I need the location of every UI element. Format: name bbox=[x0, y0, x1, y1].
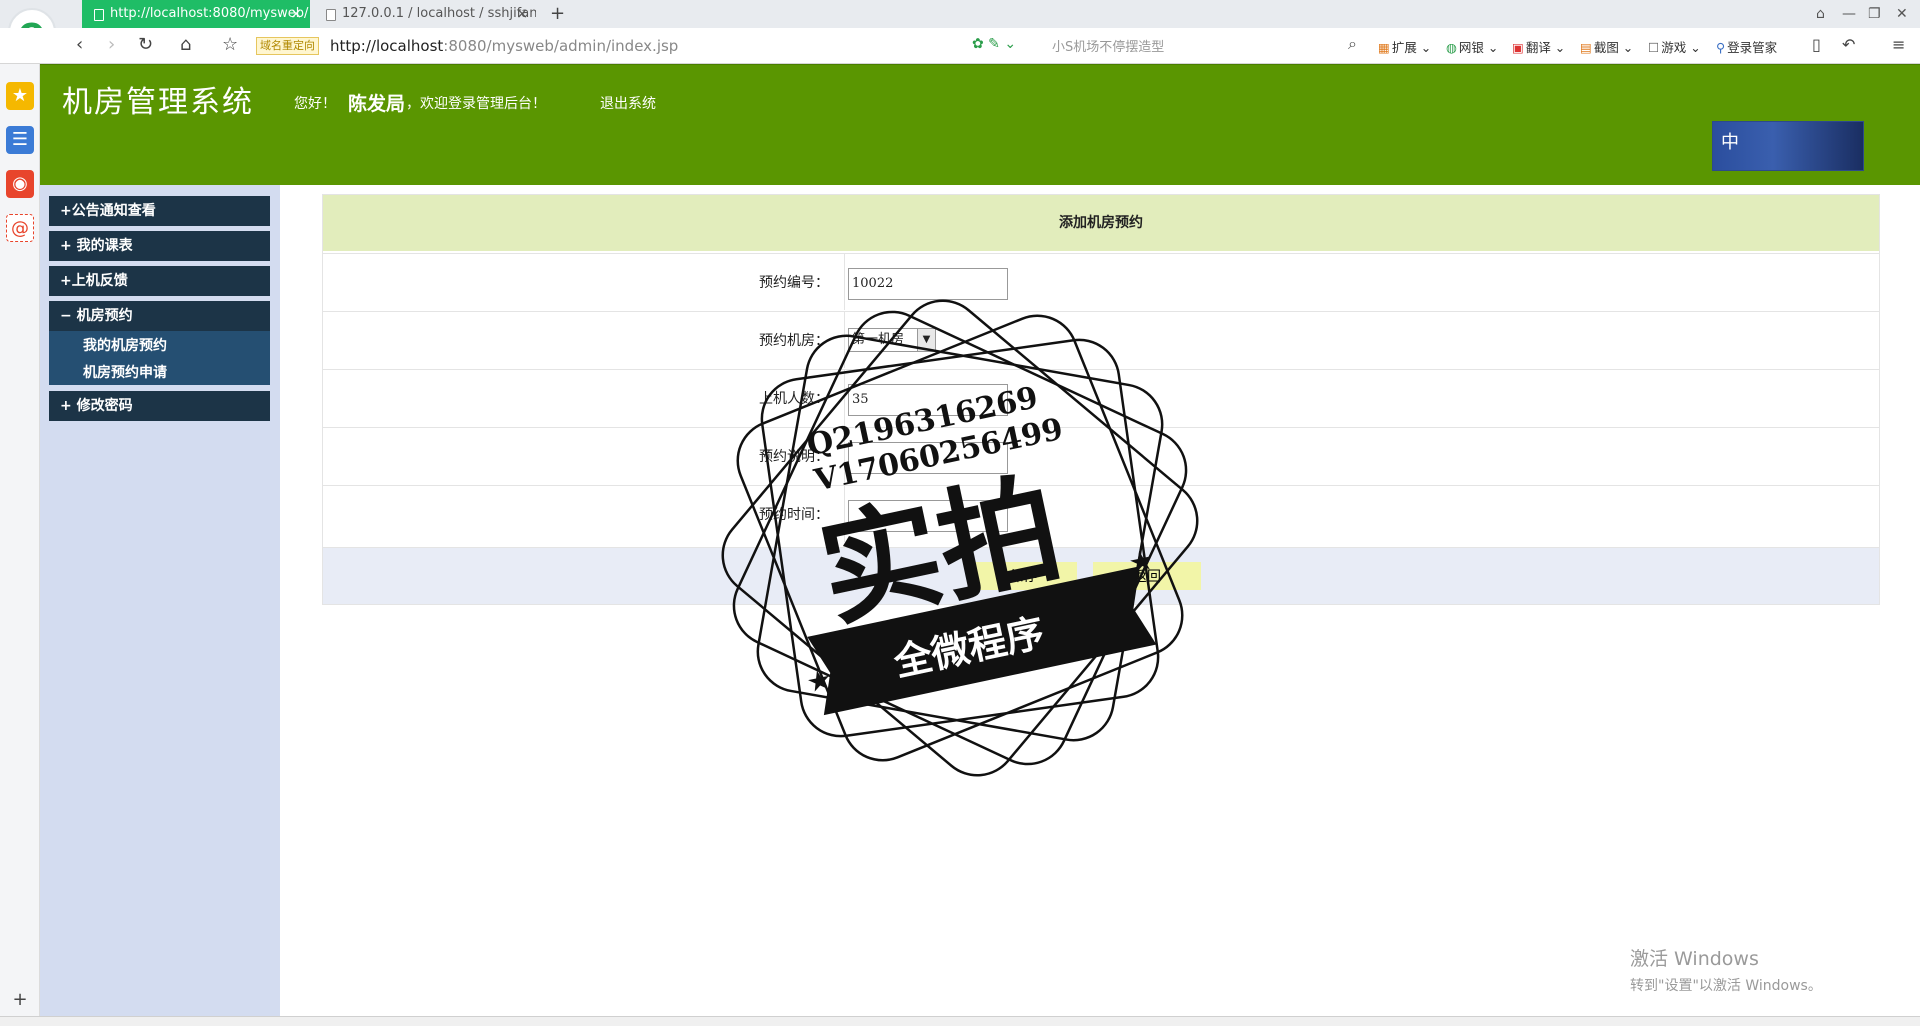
user-name: 陈发局 bbox=[348, 93, 406, 115]
restore-icon[interactable]: ❐ bbox=[1868, 0, 1881, 28]
activation-subtitle: 转到"设置"以激活 Windows。 bbox=[1630, 978, 1822, 994]
menu-notice[interactable]: +公告通知查看 bbox=[49, 196, 270, 226]
reload-icon[interactable]: ↻ bbox=[138, 34, 153, 56]
menu-my-schedule[interactable]: + 我的课表 bbox=[49, 231, 270, 261]
greeting-suffix: ，欢迎登录管理后台！ bbox=[406, 96, 546, 112]
app-header: 机房管理系统 您好！ 陈发局 ，欢迎登录管理后台！ 退出系统 中 bbox=[40, 64, 1920, 185]
booking-form: 添加机房预约 预约编号： 10022 预约机房： 第一机房 ▼ 上机人数： 35… bbox=[322, 194, 1880, 605]
search-icon[interactable]: ⌕ bbox=[1348, 34, 1357, 54]
chevron-down-icon: ▼ bbox=[917, 329, 935, 351]
field-label: 预约编号： bbox=[759, 275, 829, 291]
header-banner-image: 中 bbox=[1712, 121, 1864, 171]
add-icon[interactable]: + bbox=[6, 986, 34, 1014]
login-manager-icon: ⚲ bbox=[1716, 40, 1726, 55]
tab-title: 127.0.0.1 / localhost / sshjifan bbox=[342, 6, 536, 21]
url-field[interactable]: http://localhost:8080/mysweb/admin/index… bbox=[330, 35, 678, 57]
screenshot-icon: ▤ bbox=[1580, 40, 1592, 55]
form-title: 添加机房预约 bbox=[323, 195, 1879, 251]
games-icon: ☐ bbox=[1648, 40, 1660, 55]
main-content: 添加机房预约 预约编号： 10022 预约机房： 第一机房 ▼ 上机人数： 35… bbox=[280, 185, 1920, 1016]
toolbar-ebank[interactable]: ◍ 网银 ⌄ bbox=[1446, 37, 1498, 56]
translate-icon: ▣ bbox=[1512, 40, 1524, 55]
forward-icon[interactable]: › bbox=[108, 34, 115, 56]
save-button[interactable]: 保存 bbox=[969, 562, 1077, 590]
favorites-icon[interactable]: ★ bbox=[6, 82, 34, 110]
ebank-icon: ◍ bbox=[1446, 40, 1457, 55]
page-icon bbox=[326, 9, 336, 21]
menu-change-password[interactable]: + 修改密码 bbox=[49, 391, 270, 421]
field-label: 预约时间： bbox=[759, 507, 829, 523]
field-label: 预约机房： bbox=[759, 333, 829, 349]
form-row-headcount: 上机人数： 35 bbox=[323, 369, 1879, 426]
back-icon[interactable]: ‹ bbox=[76, 34, 83, 56]
logout-link[interactable]: 退出系统 bbox=[600, 93, 656, 113]
system-title: 机房管理系统 bbox=[62, 85, 254, 120]
menu-room-booking[interactable]: − 机房预约 bbox=[49, 301, 270, 331]
search-input[interactable]: 小S机场不停摆造型 bbox=[1052, 36, 1164, 55]
form-row-time: 预约时间： bbox=[323, 485, 1879, 542]
close-icon[interactable]: × bbox=[290, 0, 302, 28]
weibo-icon[interactable]: ◉ bbox=[6, 170, 34, 198]
home-icon[interactable]: ⌂ bbox=[180, 34, 191, 56]
tab-title: http://localhost:8080/mysweb/ bbox=[110, 6, 309, 21]
description-input[interactable] bbox=[848, 442, 1008, 474]
form-row-booking-id: 预约编号： 10022 bbox=[323, 253, 1879, 310]
headcount-input[interactable]: 35 bbox=[848, 384, 1008, 416]
tab-phpmyadmin[interactable]: 127.0.0.1 / localhost / sshjifan × bbox=[314, 0, 536, 28]
room-select[interactable]: 第一机房 ▼ bbox=[848, 328, 936, 352]
undo-icon[interactable]: ↶ bbox=[1842, 34, 1855, 56]
address-bar: ‹ › ↻ ⌂ ☆ 域名重定向 http://localhost:8080/my… bbox=[0, 28, 1920, 64]
field-label: 预约说明： bbox=[759, 449, 829, 465]
toolbar-games[interactable]: ☐ 游戏 ⌄ bbox=[1648, 37, 1701, 56]
room-booking-submenu: 我的机房预约 机房预约申请 bbox=[49, 331, 270, 385]
mail-icon[interactable]: @ bbox=[6, 214, 34, 242]
reader-icon[interactable]: ☰ bbox=[6, 126, 34, 154]
form-row-room: 预约机房： 第一机房 ▼ bbox=[323, 311, 1879, 368]
toolbar-screenshot[interactable]: ▤ 截图 ⌄ bbox=[1580, 37, 1633, 56]
toolbar-login-manager[interactable]: ⚲ 登录管家 bbox=[1716, 37, 1777, 56]
submenu-apply-booking[interactable]: 机房预约申请 bbox=[83, 362, 167, 382]
back-button[interactable]: 返回 bbox=[1093, 562, 1201, 590]
activation-title: 激活 Windows bbox=[1630, 948, 1759, 970]
form-row-description: 预约说明： bbox=[323, 427, 1879, 484]
skin-icon[interactable]: ⌂ bbox=[1816, 0, 1825, 28]
field-label: 上机人数： bbox=[759, 391, 829, 407]
extensions-icon: ▦ bbox=[1378, 40, 1390, 55]
tab-admin-index[interactable]: http://localhost:8080/mysweb/ × bbox=[82, 0, 310, 28]
submenu-my-bookings[interactable]: 我的机房预约 bbox=[83, 335, 167, 355]
browser-tab-bar: http://localhost:8080/mysweb/ × 127.0.0.… bbox=[0, 0, 1920, 28]
windows-activation-notice: 激活 Windows 转到"设置"以激活 Windows。 bbox=[1630, 944, 1822, 995]
close-icon[interactable]: × bbox=[516, 0, 528, 28]
favorite-star-icon[interactable]: ☆ bbox=[222, 34, 238, 56]
menu-feedback[interactable]: +上机反馈 bbox=[49, 266, 270, 296]
time-input[interactable] bbox=[848, 500, 1008, 532]
minimize-icon[interactable]: — bbox=[1842, 0, 1856, 28]
redirect-badge[interactable]: 域名重定向 bbox=[256, 37, 319, 55]
nav-menu: +公告通知查看 + 我的课表 +上机反馈 − 机房预约 我的机房预约 机房预约申… bbox=[40, 185, 280, 1016]
close-window-icon[interactable]: ✕ bbox=[1896, 0, 1908, 28]
badge-label: 中 bbox=[1721, 132, 1739, 153]
menu-icon[interactable]: ≡ bbox=[1892, 34, 1905, 56]
browser-status-bar bbox=[0, 1016, 1920, 1026]
greeting-prefix: 您好！ bbox=[294, 96, 336, 112]
page-icon bbox=[94, 9, 104, 21]
booking-id-input[interactable]: 10022 bbox=[848, 268, 1008, 300]
browser-sidebar: ★ ☰ ◉ @ + bbox=[0, 64, 40, 1016]
reading-mode-icon[interactable]: ▯ bbox=[1812, 34, 1821, 56]
form-actions: 保存 返回 bbox=[323, 547, 1879, 604]
toolbar-translate[interactable]: ▣ 翻译 ⌄ bbox=[1512, 37, 1565, 56]
toolbar-extensions[interactable]: ▦ 扩展 ⌄ bbox=[1378, 37, 1431, 56]
new-tab-button[interactable]: + bbox=[550, 0, 565, 28]
security-icon[interactable]: ✿ ✎ ⌄ bbox=[972, 36, 1016, 52]
